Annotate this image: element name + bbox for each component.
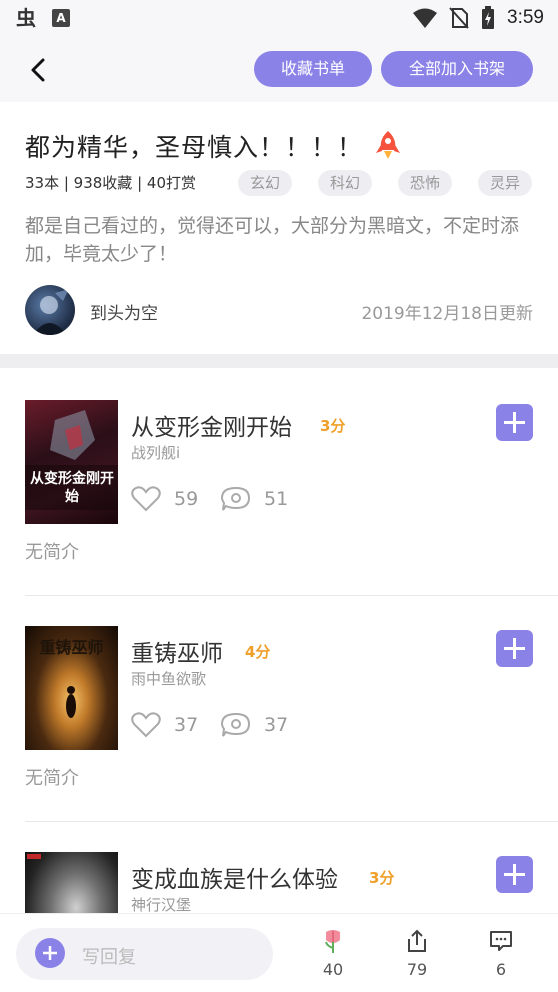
- back-arrow-icon[interactable]: [22, 52, 58, 88]
- reply-placeholder: 写回复: [82, 947, 136, 968]
- book-author[interactable]: 神行汉堡: [131, 894, 191, 913]
- add-reply-icon: [35, 938, 65, 968]
- heart-icon[interactable]: [131, 486, 161, 512]
- tag[interactable]: 灵异: [478, 170, 532, 196]
- book-title[interactable]: 变成血族是什么体验: [131, 860, 338, 894]
- message-icon: [490, 931, 512, 951]
- battery-charging-icon: [482, 6, 495, 29]
- message-action[interactable]: 6: [471, 928, 531, 979]
- book-intro: 无简介: [25, 768, 79, 789]
- add-all-to-shelf-button[interactable]: 全部加入书架: [381, 51, 533, 87]
- booklist-header: 都为精华，圣母慎入！！！！ 33本 | 938收藏 | 40打赏 玄幻 科幻 恐…: [0, 102, 558, 354]
- status-bar: 虫 A 3:59: [0, 0, 558, 38]
- no-sim-icon: [449, 7, 469, 29]
- like-count: 37: [174, 714, 199, 736]
- comment-count: 37: [264, 714, 289, 736]
- message-count: 6: [495, 960, 507, 979]
- book-score: 3分: [320, 417, 346, 435]
- reply-input[interactable]: 写回复: [16, 928, 273, 980]
- book-cover[interactable]: 重铸巫师: [25, 626, 118, 750]
- share-icon: [408, 929, 426, 952]
- booklist-description: 都是自己看过的，觉得还可以，大部分为黑暗文，不定时添加，毕竟太少了！: [25, 215, 520, 265]
- booklist-stats: 33本 | 938收藏 | 40打赏: [25, 174, 196, 192]
- add-to-shelf-icon[interactable]: [496, 630, 533, 667]
- app-notification-icon: 虫: [16, 6, 36, 30]
- book-intro: 无简介: [25, 542, 79, 563]
- add-to-shelf-icon[interactable]: [496, 404, 533, 441]
- tag[interactable]: 科幻: [318, 170, 372, 196]
- author-name[interactable]: 到头为空: [90, 299, 158, 324]
- add-to-shelf-icon[interactable]: [496, 856, 533, 893]
- book-title[interactable]: 从变形金刚开始: [131, 408, 292, 442]
- book-cover[interactable]: 从变形金刚开始: [25, 400, 118, 524]
- tag-list: 玄幻 科幻 恐怖 灵异: [238, 170, 558, 196]
- book-item[interactable]: 变成血族是什么体验 3分 神行汉堡: [0, 820, 558, 913]
- clock: 3:59: [507, 7, 544, 28]
- cover-title: 重铸巫师: [39, 638, 104, 657]
- bottom-action-bar: 写回复 40 79 6: [0, 913, 558, 992]
- like-count: 59: [174, 488, 199, 510]
- update-date: 2019年12月18日更新: [361, 304, 533, 324]
- rocket-icon: [376, 131, 400, 159]
- flower-action[interactable]: 40: [303, 928, 363, 979]
- flower-count: 40: [322, 960, 344, 979]
- comment-icon[interactable]: [220, 486, 252, 512]
- book-author[interactable]: 雨中鱼欲歌: [131, 668, 206, 689]
- tag[interactable]: 恐怖: [398, 170, 452, 196]
- wifi-icon: [413, 8, 438, 28]
- author-avatar[interactable]: [25, 285, 75, 335]
- book-cover[interactable]: [25, 852, 118, 913]
- book-score: 3分: [369, 869, 395, 887]
- favorite-list-button[interactable]: 收藏书单: [254, 51, 372, 87]
- cover-title: 从变形金刚开始: [30, 471, 114, 505]
- share-count: 79: [406, 960, 428, 979]
- comment-count: 51: [264, 488, 289, 510]
- comment-icon[interactable]: [220, 712, 252, 738]
- share-action[interactable]: 79: [387, 928, 447, 979]
- notification-a-icon: A: [52, 9, 70, 27]
- book-title[interactable]: 重铸巫师: [131, 634, 223, 668]
- divider: [25, 595, 558, 596]
- flower-icon: [325, 930, 340, 953]
- top-nav: 收藏书单 全部加入书架: [0, 38, 558, 102]
- book-score: 4分: [245, 643, 271, 661]
- book-author[interactable]: 战列舰i: [131, 442, 180, 463]
- section-divider: [0, 354, 558, 368]
- tag[interactable]: 玄幻: [238, 170, 292, 196]
- booklist-title: 都为精华，圣母慎入！！！！: [25, 133, 364, 162]
- heart-icon[interactable]: [131, 712, 161, 738]
